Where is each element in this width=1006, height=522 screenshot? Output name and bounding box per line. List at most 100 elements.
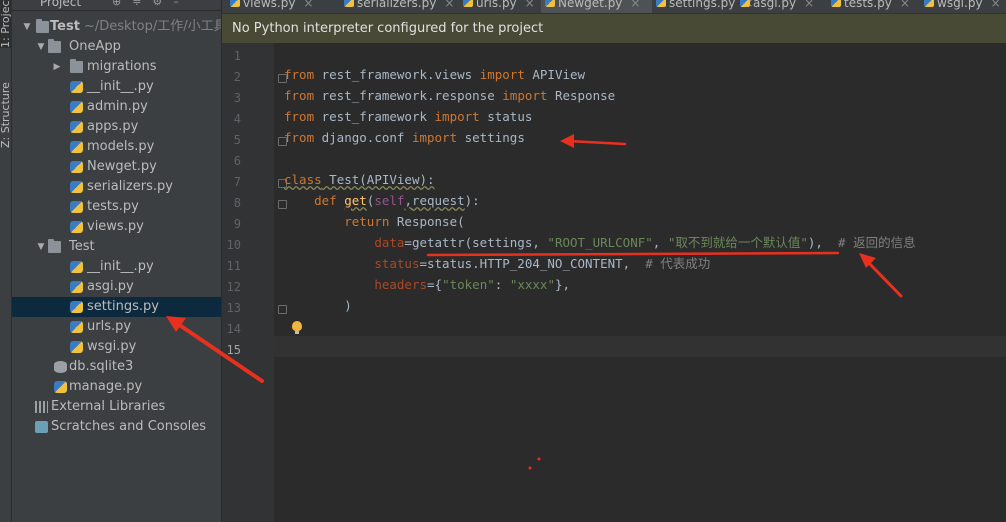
editor-tab[interactable]: serializers.py × bbox=[340, 0, 459, 13]
editor-tab[interactable]: settings.py× bbox=[652, 0, 753, 13]
intention-bulb-icon[interactable] bbox=[292, 321, 302, 334]
tree-file[interactable]: Newget.py bbox=[12, 157, 221, 177]
tree-folder[interactable]: ▼ Test ~/Desktop/工作/小工具 bbox=[12, 17, 227, 37]
code-token: status bbox=[374, 256, 420, 271]
line-number-gutter[interactable]: 1 2 3 4 5 6 7 8 9 10 11 12 13 14 15 bbox=[222, 43, 287, 522]
expanded-arrow-icon[interactable]: ▼ bbox=[36, 37, 46, 57]
editor-tab[interactable]: asgi.py × bbox=[736, 0, 827, 13]
minimize-icon[interactable]: – bbox=[173, 0, 190, 8]
tree-item-label: db.sqlite3 bbox=[69, 359, 134, 374]
close-tab-icon[interactable]: × bbox=[525, 0, 535, 10]
code-token: import bbox=[411, 130, 458, 145]
code-token: # 返回的信息 bbox=[822, 235, 916, 250]
tree-file[interactable]: tests.py bbox=[12, 197, 221, 217]
editor-tab[interactable]: tests.py × bbox=[827, 0, 920, 13]
tree-file[interactable]: settings.py bbox=[12, 297, 221, 317]
close-tab-icon[interactable]: × bbox=[900, 0, 910, 10]
code-token: headers bbox=[374, 277, 427, 292]
tab-label: urls.py bbox=[476, 0, 517, 10]
tree-file[interactable]: urls.py bbox=[12, 317, 221, 337]
banner-text: No Python interpreter configured for the… bbox=[232, 21, 544, 36]
tree-file[interactable]: Scratches and Consoles bbox=[12, 417, 221, 437]
tree-folder[interactable]: ▼ Test bbox=[12, 237, 221, 257]
tree-file[interactable]: admin.py bbox=[12, 97, 221, 117]
code-line: class Test(APIView): bbox=[284, 169, 435, 190]
python-file-icon bbox=[740, 0, 750, 7]
tree-item-label: tests.py bbox=[87, 199, 139, 214]
line-number: 8 bbox=[233, 196, 241, 210]
project-tool-tab[interactable]: 1: Project bbox=[0, 0, 12, 48]
line-number: 4 bbox=[233, 112, 241, 126]
python-file-icon bbox=[70, 281, 83, 293]
close-tab-icon[interactable]: × bbox=[303, 0, 313, 10]
collapse-icon[interactable]: ≑ bbox=[132, 0, 152, 8]
tab-label: serializers.py bbox=[357, 0, 437, 10]
tree-file[interactable]: serializers.py bbox=[12, 177, 221, 197]
code-editor[interactable]: from rest_framework.views import APIView… bbox=[284, 43, 1006, 522]
locate-icon[interactable]: ⊕ bbox=[112, 0, 132, 8]
tool-window-strip: 1: Project Z: Structure bbox=[0, 0, 12, 522]
code-token: , bbox=[404, 193, 412, 208]
code-token: : bbox=[494, 277, 510, 292]
line-number: 12 bbox=[226, 280, 241, 294]
code-token: self bbox=[374, 193, 405, 208]
code-token: Response bbox=[547, 88, 616, 103]
expanded-arrow-icon[interactable]: ▼ bbox=[36, 237, 46, 257]
python-file-icon bbox=[230, 0, 240, 7]
tree-item-label: wsgi.py bbox=[87, 339, 137, 354]
close-tab-icon[interactable]: × bbox=[444, 0, 454, 10]
tree-file[interactable]: views.py bbox=[12, 217, 221, 237]
tree-file[interactable]: wsgi.py bbox=[12, 337, 221, 357]
tree-folder[interactable]: ▼ OneApp bbox=[12, 37, 221, 57]
line-number: 2 bbox=[233, 70, 241, 84]
python-file-icon bbox=[70, 321, 83, 333]
code-token: "token" bbox=[442, 277, 495, 292]
collapsed-arrow-icon[interactable]: ▶ bbox=[52, 57, 62, 77]
code-token: =getattr(settings, bbox=[404, 235, 548, 250]
gear-icon[interactable]: ⚙ bbox=[152, 0, 173, 8]
tab-label: tests.py bbox=[844, 0, 892, 10]
python-file-icon bbox=[70, 121, 83, 133]
code-token: def bbox=[314, 193, 337, 208]
line-number: 10 bbox=[226, 238, 241, 252]
code-token: =status.HTTP_204_NO_CONTENT, bbox=[419, 256, 646, 271]
close-tab-icon[interactable]: × bbox=[991, 0, 1001, 10]
code-token: rest_framework.response bbox=[314, 88, 503, 103]
close-tab-icon[interactable]: × bbox=[804, 0, 814, 10]
editor-tab[interactable]: views.py × bbox=[226, 0, 340, 13]
editor-tab[interactable]: urls.py × bbox=[459, 0, 541, 13]
code-line: ) bbox=[284, 295, 352, 316]
structure-tool-tab[interactable]: Z: Structure bbox=[0, 82, 12, 148]
tree-file[interactable]: __init__.py bbox=[12, 77, 221, 97]
tree-file[interactable]: db.sqlite3 bbox=[12, 357, 221, 377]
tree-item-label: __init__.py bbox=[87, 259, 154, 274]
tree-item-label: apps.py bbox=[87, 119, 139, 134]
tree-item-label: urls.py bbox=[87, 319, 132, 334]
code-line: data=getattr(settings, "ROOT_URLCONF", "… bbox=[284, 232, 916, 253]
code-line: return Response( bbox=[284, 211, 464, 232]
tree-item-label: OneApp bbox=[69, 39, 121, 54]
editor-tab[interactable]: wsgi.py × bbox=[920, 0, 1006, 13]
tree-file[interactable]: apps.py bbox=[12, 117, 221, 137]
tree-file[interactable]: manage.py bbox=[12, 377, 221, 397]
project-panel-title[interactable]: Project bbox=[40, 0, 81, 9]
code-token: return bbox=[344, 214, 390, 229]
tree-folder[interactable]: ▶ migrations bbox=[12, 57, 221, 77]
tree-file[interactable]: External Libraries bbox=[12, 397, 221, 417]
python-file-icon bbox=[344, 0, 354, 7]
tree-file[interactable]: asgi.py bbox=[12, 277, 221, 297]
tree-file[interactable]: __init__.py bbox=[12, 257, 221, 277]
editor-tab[interactable]: Newget.py × bbox=[541, 0, 652, 13]
tree-file[interactable]: models.py bbox=[12, 137, 221, 157]
library-icon bbox=[35, 401, 48, 413]
tab-label: views.py bbox=[243, 0, 296, 10]
tree-item-label: admin.py bbox=[87, 99, 148, 114]
expanded-arrow-icon[interactable]: ▼ bbox=[22, 17, 32, 37]
code-line: status=status.HTTP_204_NO_CONTENT, # 代表成… bbox=[284, 253, 710, 274]
project-panel-toolbar: ⊕≑⚙– bbox=[112, 0, 190, 8]
code-token: class bbox=[284, 172, 322, 187]
code-token: status bbox=[479, 109, 533, 124]
close-tab-icon[interactable]: × bbox=[630, 0, 640, 10]
